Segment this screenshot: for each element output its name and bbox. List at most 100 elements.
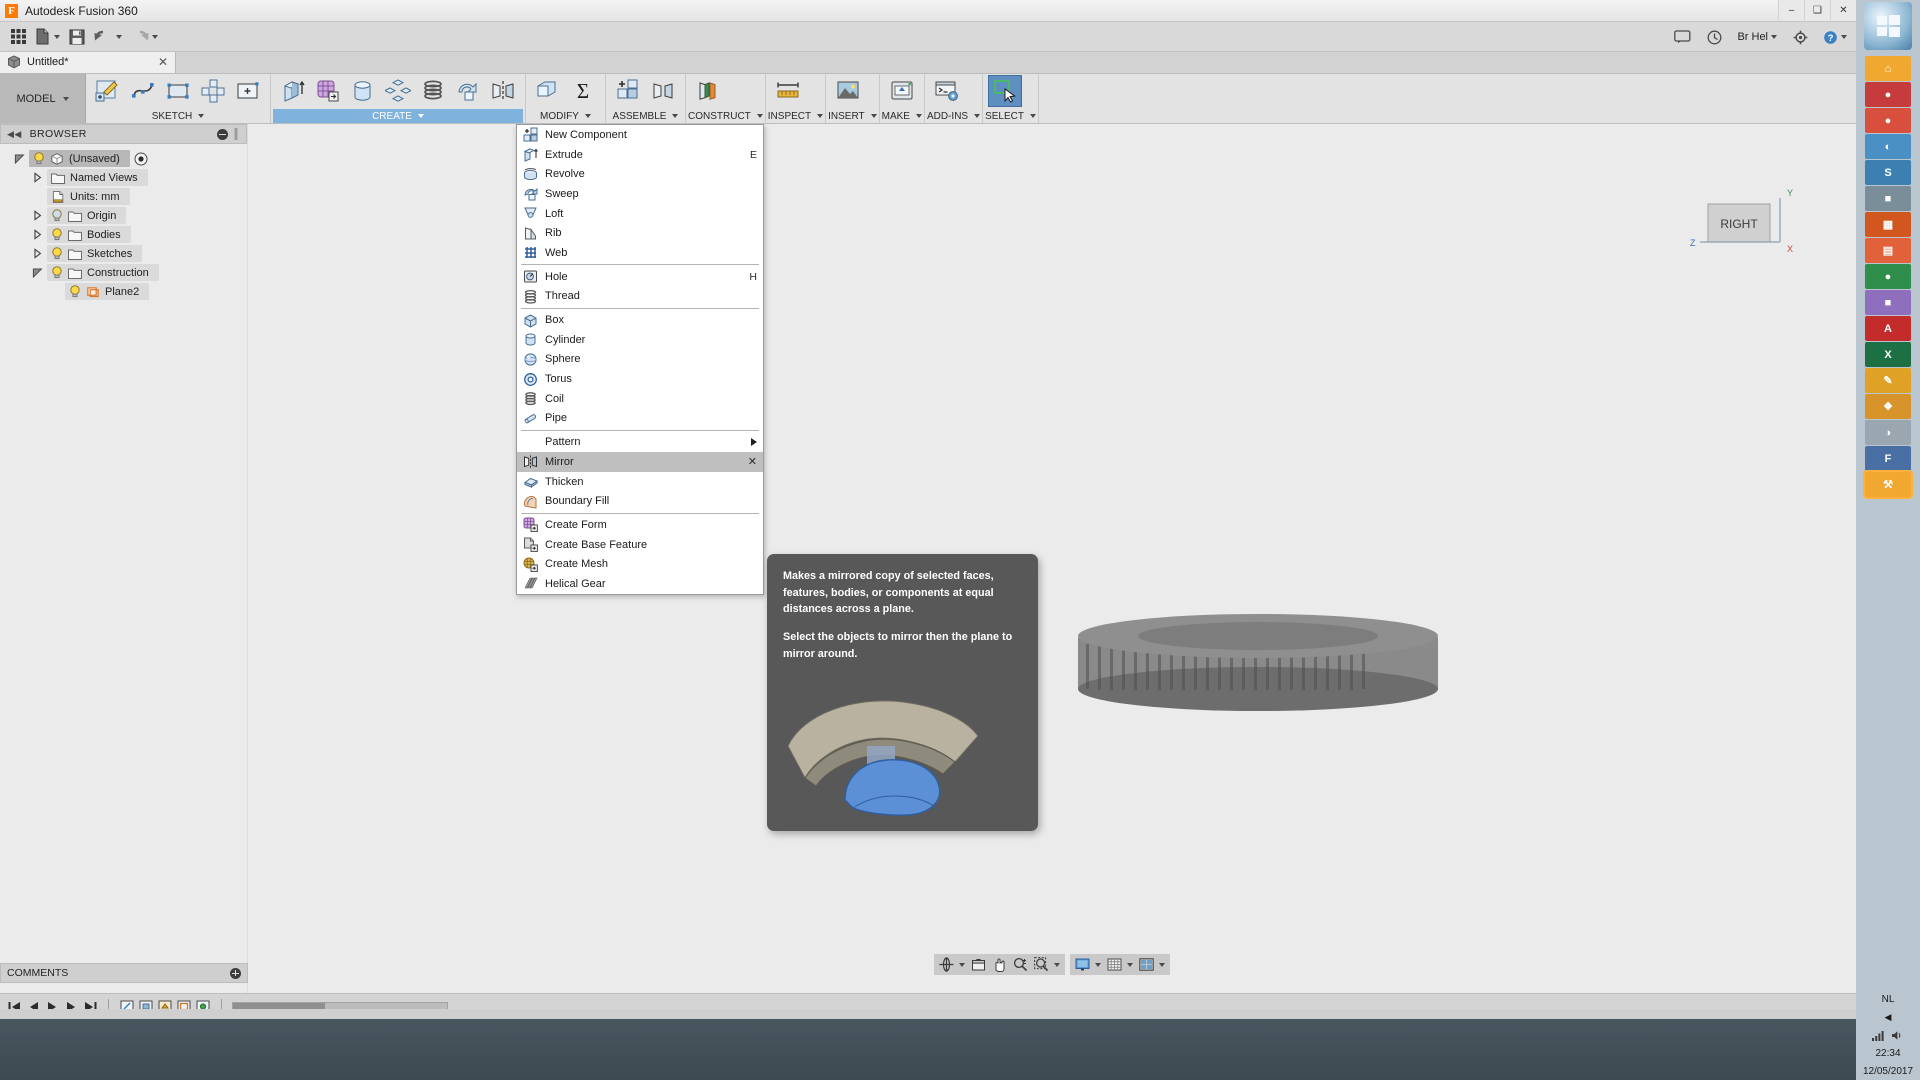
pattern3d-button[interactable] [381, 75, 415, 107]
document-tab-close-icon[interactable]: ✕ [158, 55, 168, 69]
rectangle-button[interactable] [161, 75, 195, 107]
measure-button[interactable] [771, 75, 805, 107]
ribbon-group-label-assemble[interactable]: ASSEMBLE [608, 109, 683, 123]
ribbon-group-label-insert[interactable]: INSERT [828, 109, 877, 123]
visibility-bulb-icon[interactable] [69, 285, 81, 298]
browser-node-sketches[interactable]: Sketches [0, 244, 247, 263]
dock-icon[interactable]: ● [1865, 82, 1911, 107]
browser-node-pill[interactable]: (Unsaved) [29, 150, 130, 167]
browser-node-named-views[interactable]: Named Views [0, 168, 247, 187]
visibility-bulb-icon[interactable] [51, 209, 63, 222]
visibility-bulb-icon[interactable] [33, 152, 45, 165]
menu-item-pattern[interactable]: Pattern [517, 432, 763, 452]
collapse-panel-icon[interactable]: ◀◀ [7, 129, 22, 140]
ribbon-group-label-sketch[interactable]: SKETCH [88, 109, 268, 123]
dock-icon[interactable]: ■ [1865, 290, 1911, 315]
joint-button[interactable] [646, 75, 680, 107]
menu-item-create-mesh[interactable]: Create Mesh [517, 554, 763, 574]
sigma-button[interactable]: Σ [566, 75, 600, 107]
document-tab-untitled[interactable]: Untitled* ✕ [0, 51, 176, 73]
dock-icon[interactable]: S [1865, 160, 1911, 185]
dock-icon[interactable]: ◑ [1865, 420, 1911, 445]
ribbon-group-label-inspect[interactable]: INSPECT [768, 109, 823, 123]
grid-snap-button[interactable] [1104, 955, 1136, 974]
browser-node-origin[interactable]: Origin [0, 206, 247, 225]
zoom-button[interactable] [1010, 955, 1031, 974]
look-at-button[interactable] [968, 955, 989, 974]
user-account-button[interactable]: Br Hel [1734, 25, 1780, 49]
close-button[interactable]: ✕ [1830, 0, 1856, 20]
ribbon-group-label-create[interactable]: CREATE [273, 109, 523, 123]
dock-icon[interactable]: ▦ [1865, 212, 1911, 237]
menu-item-loft[interactable]: Loft [517, 204, 763, 224]
scripts-addins-button[interactable] [930, 75, 964, 107]
comments-panel[interactable]: COMMENTS [0, 963, 248, 983]
tray-time-row[interactable]: 22:34 [1856, 1044, 1920, 1062]
browser-node-bodies[interactable]: Bodies [0, 225, 247, 244]
menu-item-boundary-fill[interactable]: Boundary Fill [517, 491, 763, 511]
insert-image-button[interactable] [831, 75, 865, 107]
ribbon-group-label-modify[interactable]: MODIFY [528, 109, 603, 123]
zoom-window-button[interactable] [1031, 955, 1063, 974]
browser-node-pill[interactable]: Units: mm [47, 188, 130, 205]
visibility-bulb-icon[interactable] [51, 228, 63, 241]
dock-icon[interactable]: A [1865, 316, 1911, 341]
expand-arrow-icon[interactable] [32, 172, 43, 183]
windows-orb-icon[interactable] [1864, 2, 1912, 50]
browser-node-pill[interactable]: Construction [47, 264, 159, 281]
menu-item-rib[interactable]: Rib [517, 223, 763, 243]
new-file-button[interactable] [32, 25, 63, 49]
visibility-bulb-icon[interactable] [51, 247, 63, 260]
orbit-button[interactable] [936, 955, 968, 974]
expand-arrow-icon[interactable] [32, 210, 43, 221]
browser-header[interactable]: ◀◀ BROWSER ║ [0, 124, 247, 144]
history-button[interactable] [1702, 25, 1726, 49]
app-grid-button[interactable] [6, 25, 30, 49]
menu-item-extrude[interactable]: ExtrudeE [517, 145, 763, 165]
add-comment-icon[interactable] [230, 968, 241, 979]
dock-icon[interactable]: ■ [1865, 186, 1911, 211]
collapse-arrow-icon[interactable] [14, 153, 25, 164]
menu-item-cylinder[interactable]: Cylinder [517, 330, 763, 350]
dock-icon[interactable]: ⚒ [1865, 472, 1911, 497]
volume-icon[interactable] [1891, 1030, 1904, 1041]
3d-canvas[interactable]: New ComponentExtrudeERevolveSweepLoftRib… [248, 124, 1856, 993]
visibility-bulb-icon[interactable] [51, 266, 63, 279]
sweep-button[interactable] [451, 75, 485, 107]
extrude-button[interactable] [276, 75, 310, 107]
menu-item-sphere[interactable]: Sphere [517, 350, 763, 370]
display-settings-button[interactable] [1072, 955, 1104, 974]
dock-icon[interactable]: X [1865, 342, 1911, 367]
3d-print-button[interactable] [885, 75, 919, 107]
ribbon-group-label-select[interactable]: SELECT [985, 109, 1036, 123]
menu-item-helical-gear[interactable]: Helical Gear [517, 574, 763, 594]
menu-item-thicken[interactable]: Thicken [517, 472, 763, 492]
dock-icon[interactable]: ◐ [1865, 134, 1911, 159]
ribbon-group-label-addins[interactable]: ADD-INS [927, 109, 980, 123]
dock-icon[interactable]: ● [1865, 108, 1911, 133]
menu-item-web[interactable]: Web [517, 243, 763, 263]
collapse-arrow-icon[interactable] [32, 267, 43, 278]
expand-arrow-icon[interactable] [32, 248, 43, 259]
minimize-browser-icon[interactable] [217, 129, 228, 140]
notifications-button[interactable] [1670, 25, 1694, 49]
menu-item-pipe[interactable]: Pipe [517, 409, 763, 429]
dock-icon[interactable]: F [1865, 446, 1911, 471]
maximize-button[interactable]: ❑ [1804, 0, 1830, 20]
network-icon[interactable] [1872, 1030, 1885, 1041]
menu-item-hole[interactable]: HoleH [517, 267, 763, 287]
browser-node-pill[interactable]: Bodies [47, 226, 131, 243]
cylinder-button[interactable] [346, 75, 380, 107]
dock-icon[interactable]: ⌂ [1865, 56, 1911, 81]
undo-button[interactable] [91, 25, 125, 49]
menu-item-create-base-feature[interactable]: Create Base Feature [517, 535, 763, 555]
menu-item-mirror[interactable]: Mirror✕ [517, 452, 763, 472]
create-sketch-button[interactable] [91, 75, 125, 107]
tray-date-row[interactable]: 12/05/2017 [1856, 1062, 1920, 1080]
browser-node-plane2[interactable]: Plane2 [0, 282, 247, 301]
new-component-button[interactable] [611, 75, 645, 107]
save-button[interactable] [65, 25, 89, 49]
create-form-button[interactable] [311, 75, 345, 107]
dock-icon[interactable]: ❖ [1865, 394, 1911, 419]
dock-icon[interactable]: ● [1865, 264, 1911, 289]
